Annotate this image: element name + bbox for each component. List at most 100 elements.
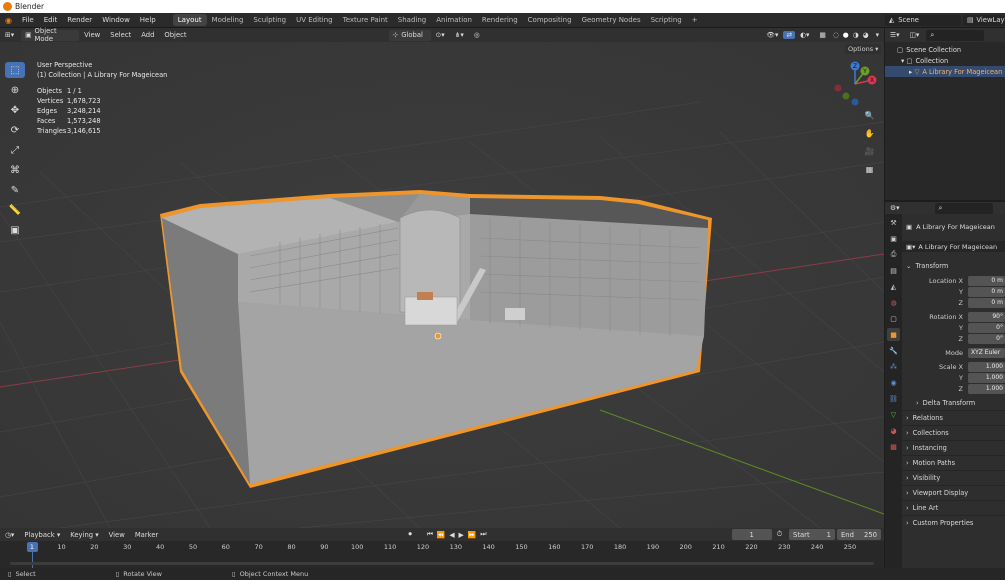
add-cube-tool[interactable]: ▣ [5,222,25,238]
menu-add[interactable]: Add [136,31,159,39]
move-tool[interactable]: ✥ [5,102,25,118]
outliner-item-library[interactable]: ▸ ▽ A Library For Mageicean [885,66,1005,77]
end-frame-field[interactable]: End 250 [837,529,881,540]
tab-texture-paint[interactable]: Texture Paint [338,14,393,26]
options-button[interactable]: Options ▾ [845,44,882,54]
menu-help[interactable]: Help [135,16,161,24]
play-reverse-icon[interactable]: ◀ [447,531,456,539]
play-icon[interactable]: ▶ [457,531,466,539]
pivot-icon[interactable]: ⊙▾ [431,31,450,39]
timeline[interactable]: 1 10 20 30 40 50 60 70 80 90 100 110 120 130 140 150 160… [0,541,884,568]
shading-wireframe-icon[interactable]: ◌ [831,31,841,39]
tab-uv-editing[interactable]: UV Editing [291,14,338,26]
shading-material-icon[interactable]: ◑ [851,31,861,39]
measure-tool[interactable]: 📏 [5,202,25,218]
menu-playback[interactable]: Playback ▾ [19,531,65,539]
add-workspace-button[interactable]: + [687,14,703,26]
menu-file[interactable]: File [17,16,39,24]
display-mode-icon[interactable]: ◫▾ [905,31,925,39]
section-collections[interactable]: › Collections [902,425,1005,440]
annotate-tool[interactable]: ✎ [5,182,25,198]
menu-object[interactable]: Object [159,31,191,39]
output-tab-icon[interactable]: ⎙ [887,248,900,261]
rotation-x-field[interactable]: 90° [968,312,1005,322]
rotation-z-field[interactable]: 0° [968,334,1005,344]
outliner-item-scene-collection[interactable]: ▢ Scene Collection [885,44,1005,55]
section-instancing[interactable]: › Instancing [902,440,1005,455]
collection-tab-icon[interactable]: ▢ [887,312,900,325]
menu-view[interactable]: View [79,31,105,39]
scale-y-field[interactable]: 1.000 [968,373,1005,383]
rotation-mode-dropdown[interactable]: XYZ Euler [968,348,1005,358]
timeline-scrollbar[interactable] [10,562,874,565]
particles-tab-icon[interactable]: ⁂ [887,360,900,373]
shading-options-icon[interactable]: ▾ [871,31,884,39]
next-keyframe-icon[interactable]: ⏩ [466,531,478,539]
menu-select[interactable]: Select [105,31,136,39]
physics-tab-icon[interactable]: ◉ [887,376,900,389]
current-frame-field[interactable]: 1 [731,529,772,540]
mode-selector[interactable]: ▣ Object Mode [21,27,80,43]
menu-timeline-view[interactable]: View [104,531,130,539]
snap-icon[interactable]: ⋔▾ [450,31,469,39]
menu-keying[interactable]: Keying ▾ [65,531,103,539]
delta-transform-header[interactable]: › Delta Transform [902,395,1005,410]
visibility-icon[interactable]: 👁▾ [761,31,783,39]
outliner-item-collection[interactable]: ▾ ▢ Collection [885,55,1005,66]
overlays-icon[interactable]: ◐▾ [795,31,814,39]
start-frame-field[interactable]: Start 1 [789,529,835,540]
tab-layout[interactable]: Layout [172,14,207,26]
location-z-field[interactable]: 0 m [968,298,1005,308]
section-visibility[interactable]: › Visibility [902,470,1005,485]
prev-keyframe-icon[interactable]: ⏪ [435,531,447,539]
location-y-field[interactable]: 0 m [968,287,1005,297]
transform-orientation-dropdown[interactable]: ⊹ Global [388,29,431,41]
navigation-gizmo[interactable]: Z X Y [832,60,878,110]
tab-animation[interactable]: Animation [431,14,477,26]
scale-z-field[interactable]: 1.000 [968,384,1005,394]
menu-render[interactable]: Render [62,16,97,24]
data-name-row[interactable]: ▣▾ A Library For Mageicean [902,241,1005,252]
timeline-editor-icon[interactable]: ◷▾ [0,531,19,539]
shading-solid-icon[interactable]: ● [841,31,851,39]
auto-keying-icon[interactable]: ⏺ [403,530,416,539]
view-layer-selector[interactable]: ▤ ViewLay [963,14,1005,26]
rotation-y-field[interactable]: 0° [968,323,1005,333]
camera-view-icon[interactable]: 🎥 [862,144,877,159]
tab-rendering[interactable]: Rendering [477,14,523,26]
tab-scripting[interactable]: Scripting [646,14,687,26]
shading-rendered-icon[interactable]: ◕ [861,31,871,39]
tab-shading[interactable]: Shading [393,14,431,26]
select-box-tool[interactable]: ⬚ [5,62,25,78]
section-line-art[interactable]: › Line Art [902,500,1005,515]
gizmo-toggle-icon[interactable]: ⇄ [783,31,796,39]
object-tab-icon[interactable]: ■ [887,328,900,341]
tab-sculpting[interactable]: Sculpting [248,14,291,26]
editor-type-icon[interactable]: ⊞▾ [0,31,19,39]
section-relations[interactable]: › Relations [902,410,1005,425]
blender-menu-icon[interactable]: ◉ [0,16,17,25]
data-tab-icon[interactable]: ▽ [887,408,900,421]
constraints-tab-icon[interactable]: ⛓ [887,392,900,405]
rotate-tool[interactable]: ⟳ [5,122,25,138]
jump-end-icon[interactable]: ⏭ [478,530,488,539]
proportional-edit-icon[interactable]: ◎ [469,31,485,39]
menu-window[interactable]: Window [97,16,135,24]
pan-hand-icon[interactable]: ✋ [862,126,877,141]
location-x-field[interactable]: 0 m [968,276,1005,286]
texture-tab-icon[interactable]: ▩ [887,440,900,453]
world-tab-icon[interactable]: ◍ [887,296,900,309]
perspective-toggle-icon[interactable]: ▦ [862,162,877,177]
scene-tab-icon[interactable]: ◭ [887,280,900,293]
scale-x-field[interactable]: 1.000 [968,362,1005,372]
object-name-row[interactable]: ▣ A Library For Mageicean [902,221,1005,232]
render-tab-icon[interactable]: ▣ [887,232,900,245]
section-custom-properties[interactable]: › Custom Properties [902,515,1005,530]
properties-editor-icon[interactable]: ⚙▾ [885,204,905,212]
outliner-editor-icon[interactable]: ☰▾ [885,31,905,39]
view-layer-tab-icon[interactable]: ▤ [887,264,900,277]
tab-modeling[interactable]: Modeling [207,14,249,26]
jump-start-icon[interactable]: ⏮ [425,530,435,539]
tab-compositing[interactable]: Compositing [523,14,577,26]
section-viewport-display[interactable]: › Viewport Display [902,485,1005,500]
